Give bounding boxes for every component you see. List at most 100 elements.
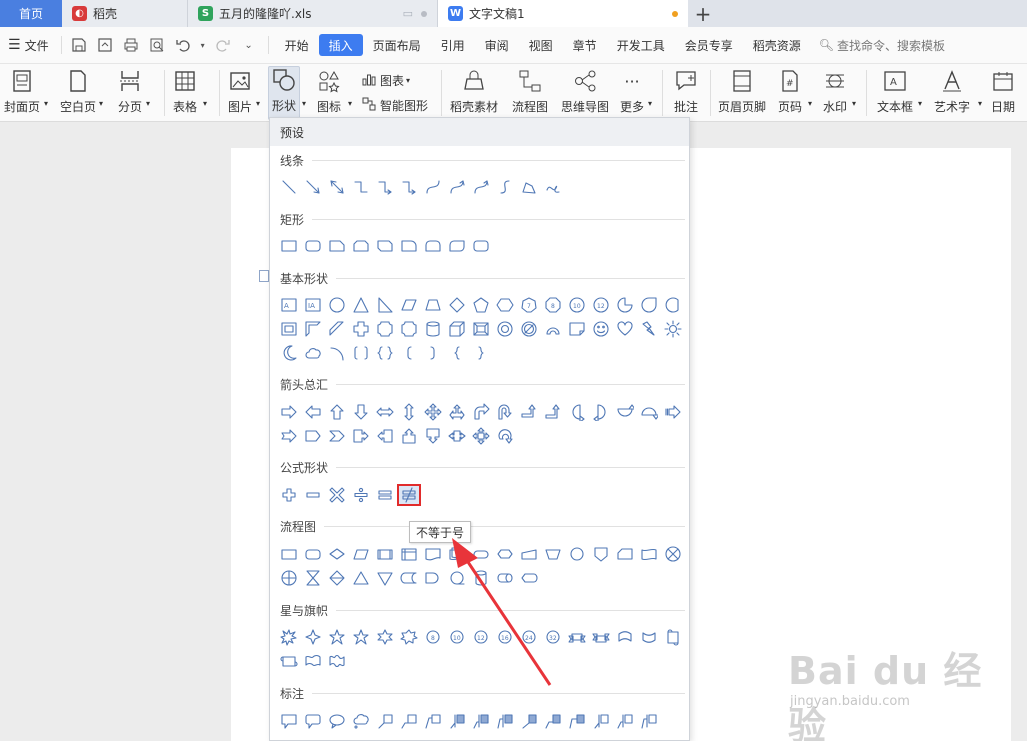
plaque-shape-icon[interactable]	[397, 318, 421, 340]
parallelogram-shape-icon[interactable]	[397, 294, 421, 316]
chevron-shape-icon[interactable]	[325, 425, 349, 447]
more-button[interactable]: ··· 更多	[619, 68, 645, 115]
docer-material-button[interactable]: 稻壳素材	[450, 68, 498, 115]
fdelay-shape-icon[interactable]	[421, 567, 445, 589]
rect-shape-icon[interactable]	[277, 235, 301, 257]
notequal-shape-icon[interactable]	[397, 484, 421, 506]
customize-toolbar-icon[interactable]: ⌄	[238, 34, 260, 56]
fdecision-shape-icon[interactable]	[325, 543, 349, 565]
chevron-down-icon[interactable]: ▾	[348, 99, 352, 108]
page-break-button[interactable]: 分页	[117, 68, 143, 115]
diagstripe-shape-icon[interactable]	[325, 318, 349, 340]
fcard-shape-icon[interactable]	[613, 543, 637, 565]
aup-shape-icon[interactable]	[325, 401, 349, 423]
print-icon[interactable]	[120, 34, 142, 56]
lrup-shape-icon[interactable]	[445, 401, 469, 423]
round1-shape-icon[interactable]	[397, 235, 421, 257]
quad-shape-icon[interactable]	[421, 401, 445, 423]
fseq-shape-icon[interactable]	[445, 567, 469, 589]
chevron-down-icon[interactable]: ▾	[203, 99, 207, 108]
star32-shape-icon[interactable]: 32	[541, 626, 565, 648]
menu-page-layout[interactable]: 页面布局	[363, 34, 431, 56]
menu-view[interactable]: 视图	[519, 34, 563, 56]
chevron-down-icon[interactable]: ▾	[918, 99, 922, 108]
redo-icon[interactable]	[212, 34, 234, 56]
explosion1-shape-icon[interactable]	[277, 626, 301, 648]
fprep-shape-icon[interactable]	[493, 543, 517, 565]
star12-shape-icon[interactable]: 12	[469, 626, 493, 648]
screen-icon[interactable]: ▭	[403, 7, 413, 20]
aleft-shape-icon[interactable]	[301, 401, 325, 423]
dodec-shape-icon[interactable]: 12	[589, 294, 613, 316]
fsort-shape-icon[interactable]	[325, 567, 349, 589]
curveddown-shape-icon[interactable]	[637, 401, 661, 423]
scribble-shape-icon[interactable]	[541, 176, 565, 198]
quadcallout-shape-icon[interactable]	[469, 425, 493, 447]
alr-shape-icon[interactable]	[373, 401, 397, 423]
frame-shape-icon[interactable]	[277, 318, 301, 340]
fconnector-shape-icon[interactable]	[565, 543, 589, 565]
callrrect-shape-icon[interactable]	[301, 710, 325, 732]
fcollate-shape-icon[interactable]	[301, 567, 325, 589]
scrollv-shape-icon[interactable]	[661, 626, 685, 648]
menu-references[interactable]: 引用	[431, 34, 475, 56]
chevron-down-icon[interactable]: ▾	[302, 99, 306, 108]
fdata-shape-icon[interactable]	[349, 543, 373, 565]
menu-home[interactable]: 开始	[275, 34, 319, 56]
arrowline-shape-icon[interactable]	[301, 176, 325, 198]
accb2-shape-icon[interactable]	[613, 710, 637, 732]
border3-shape-icon[interactable]	[565, 710, 589, 732]
chevron-down-icon[interactable]: ▾	[648, 99, 652, 108]
curvedleft-shape-icon[interactable]	[589, 401, 613, 423]
undo-icon[interactable]	[172, 34, 194, 56]
curvearrow-shape-icon[interactable]	[445, 176, 469, 198]
icon-button[interactable]: 图标	[316, 68, 342, 115]
curvedribbon-shape-icon[interactable]	[613, 626, 637, 648]
fdocument-shape-icon[interactable]	[421, 543, 445, 565]
fmanualop-shape-icon[interactable]	[541, 543, 565, 565]
finternal-shape-icon[interactable]	[397, 543, 421, 565]
elbowarrow-shape-icon[interactable]	[397, 176, 421, 198]
smart-graphic-button[interactable]: 智能图形	[362, 97, 428, 114]
curvedright-shape-icon[interactable]	[565, 401, 589, 423]
cube-shape-icon[interactable]	[445, 318, 469, 340]
menu-member[interactable]: 会员专享	[675, 34, 743, 56]
rbrace-shape-icon[interactable]	[469, 342, 493, 364]
oct-shape-icon[interactable]: 8	[541, 294, 565, 316]
bentarrow-shape-icon[interactable]	[469, 401, 493, 423]
header-footer-button[interactable]: 页眉页脚	[718, 68, 766, 115]
callrect-shape-icon[interactable]	[277, 710, 301, 732]
pie-shape-icon[interactable]	[613, 294, 637, 316]
chevron-down-icon[interactable]: ▾	[978, 99, 982, 108]
export-icon[interactable]	[94, 34, 116, 56]
sun-shape-icon[interactable]	[661, 318, 685, 340]
chevron-down-icon[interactable]: ▾	[852, 99, 856, 108]
cover-page-button[interactable]: 封面页	[4, 68, 40, 115]
menu-insert[interactable]: 插入	[318, 34, 363, 56]
aright-shape-icon[interactable]	[277, 401, 301, 423]
rrect-shape-icon[interactable]	[469, 235, 493, 257]
chevron-down-icon[interactable]: ▾	[808, 99, 812, 108]
bentup-shape-icon[interactable]	[541, 401, 565, 423]
dbrace-shape-icon[interactable]	[373, 342, 397, 364]
halfframe-shape-icon[interactable]	[301, 318, 325, 340]
mult-shape-icon[interactable]	[325, 484, 349, 506]
picture-button[interactable]: 图片	[227, 68, 253, 115]
tab-home[interactable]: 首页	[0, 0, 62, 27]
fmultidoc-shape-icon[interactable]	[445, 543, 469, 565]
star10-shape-icon[interactable]: 10	[445, 626, 469, 648]
elbowarrow-shape-icon[interactable]	[373, 176, 397, 198]
dwave-shape-icon[interactable]	[325, 650, 349, 672]
for-shape-icon[interactable]	[277, 567, 301, 589]
aud-shape-icon[interactable]	[397, 401, 421, 423]
tear-shape-icon[interactable]	[637, 294, 661, 316]
curve-shape-icon[interactable]	[421, 176, 445, 198]
lbrace-shape-icon[interactable]	[445, 342, 469, 364]
triangle-shape-icon[interactable]	[349, 294, 373, 316]
foldcorner-shape-icon[interactable]	[565, 318, 589, 340]
chevron-down-icon[interactable]: ▾	[44, 99, 48, 108]
chord-shape-icon[interactable]	[661, 294, 685, 316]
trapezoid-shape-icon[interactable]	[421, 294, 445, 316]
chevron-down-icon[interactable]: ▾	[256, 99, 260, 108]
file-menu-button[interactable]: ☰ 文件	[0, 37, 57, 54]
